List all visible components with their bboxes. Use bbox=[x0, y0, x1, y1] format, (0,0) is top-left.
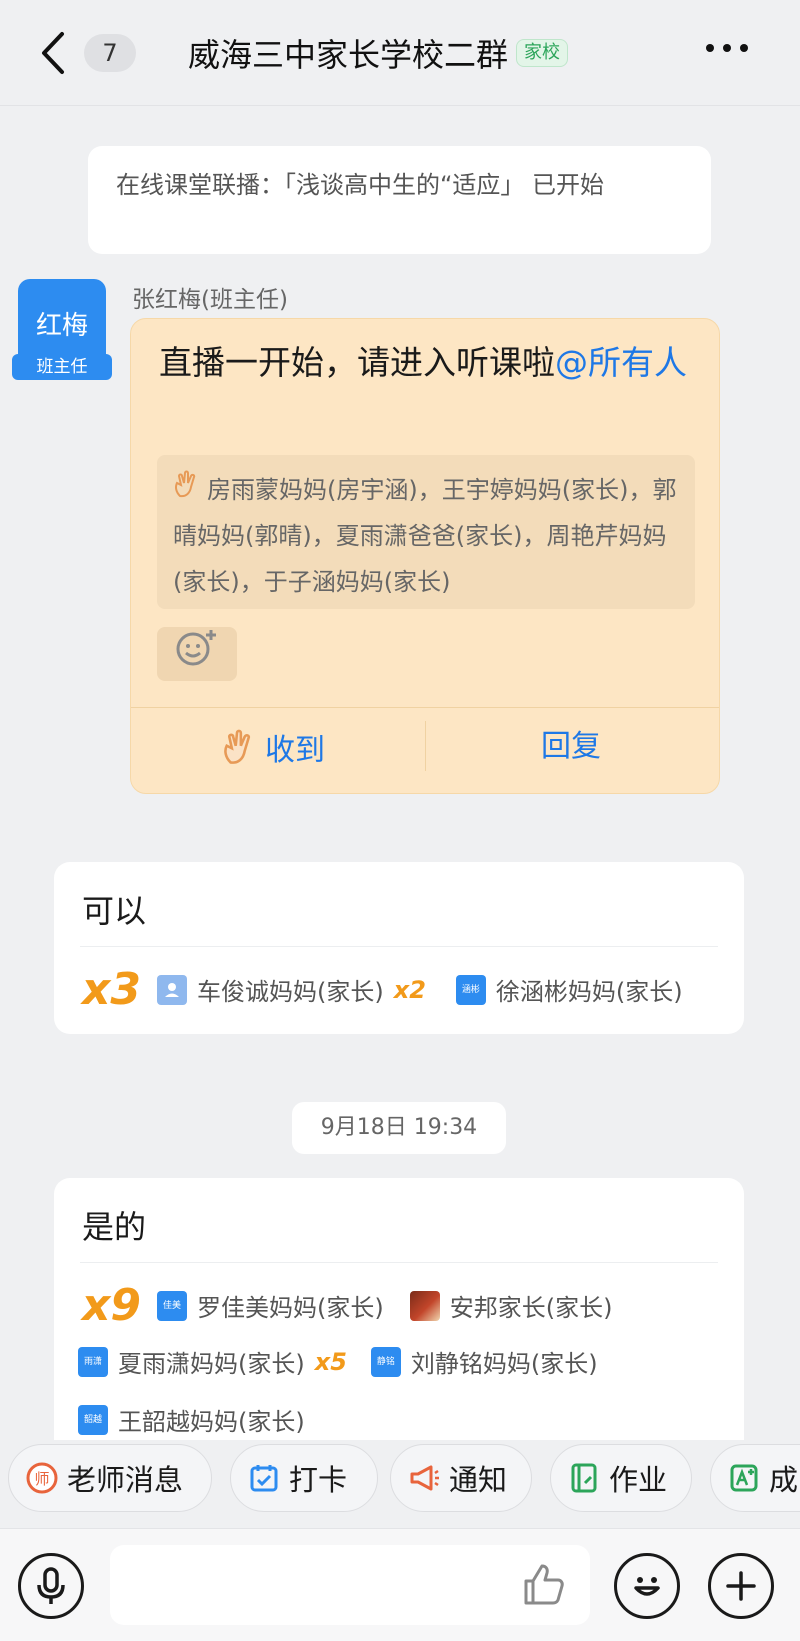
timestamp: 9月18日 19:34 bbox=[292, 1102, 506, 1154]
chat-header: 7 威海三中家长学校二群 家校 bbox=[0, 0, 800, 106]
person-name: 罗佳美妈妈(家长) bbox=[197, 1294, 384, 1322]
notice-button[interactable]: 通知 bbox=[390, 1444, 532, 1512]
checkin-button[interactable]: 打卡 bbox=[230, 1444, 378, 1512]
acknowledged-list: 房雨蒙妈妈(房宇涵)，王宇婷妈妈(家长)，郭晴妈妈(郭晴)，夏雨潇爸爸(家长)，… bbox=[157, 455, 695, 609]
reply-text: 是的 bbox=[82, 1208, 147, 1246]
chevron-left-icon bbox=[42, 32, 64, 74]
reply-people-row: 雨潇 夏雨潇妈妈(家长) x5 静铭 刘静铭妈妈(家长) bbox=[78, 1344, 598, 1379]
unread-count-badge[interactable]: 7 bbox=[84, 34, 136, 72]
divider bbox=[425, 721, 426, 771]
reply-people-row: 韶越 王韶越妈妈(家长) bbox=[78, 1402, 305, 1437]
more-dot-icon bbox=[723, 44, 731, 52]
voice-button[interactable] bbox=[18, 1553, 84, 1619]
person-name: 刘静铭妈妈(家长) bbox=[410, 1350, 598, 1378]
person-avatar-icon: 雨潇 bbox=[78, 1346, 108, 1377]
person-avatar-icon: 韶越 bbox=[78, 1404, 108, 1435]
acknowledged-names: 房雨蒙妈妈(房宇涵)，王宇婷妈妈(家长)，郭晴妈妈(郭晴)，夏雨潇爸爸(家长)，… bbox=[173, 476, 677, 596]
acknowledge-button[interactable]: 收到 bbox=[221, 723, 325, 771]
reply-person[interactable]: 韶越 王韶越妈妈(家长) bbox=[78, 1402, 305, 1437]
microphone-icon bbox=[37, 1567, 65, 1604]
reply-people-row: x9 佳美 罗佳美妈妈(家长) 安邦家长(家长) bbox=[82, 1280, 612, 1331]
person-name: 车俊诚妈妈(家长) bbox=[197, 978, 384, 1006]
person-multiplier: x2 bbox=[393, 975, 426, 1004]
reply-text: 可以 bbox=[82, 892, 147, 930]
notice-message-card[interactable]: 直播一开始，请进入听课啦@所有人 房雨蒙妈妈(房宇涵)，王宇婷妈妈(家长)，郭晴… bbox=[130, 318, 720, 794]
reply-card[interactable]: 可以 x3 车俊诚妈妈(家长) x2 涵彬 徐涵彬妈妈(家长) bbox=[54, 862, 744, 1034]
avatar-name: 红梅 bbox=[35, 311, 88, 341]
ok-hand-icon bbox=[173, 467, 207, 513]
quick-action-label: 成 bbox=[769, 1463, 799, 1497]
reply-card[interactable]: 是的 x9 佳美 罗佳美妈妈(家长) 安邦家长(家长) 雨潇 夏雨潇妈妈(家长)… bbox=[54, 1178, 744, 1440]
person-multiplier: x5 bbox=[314, 1347, 347, 1376]
more-dot-icon bbox=[740, 44, 748, 52]
homework-button[interactable]: 作业 bbox=[550, 1444, 692, 1512]
mention-all-link[interactable]: @所有人 bbox=[555, 343, 687, 382]
emoji-button[interactable] bbox=[614, 1553, 680, 1619]
quick-action-label: 作业 bbox=[609, 1463, 668, 1497]
person-avatar-icon: 静铭 bbox=[370, 1346, 401, 1377]
input-bar bbox=[0, 1528, 800, 1641]
message-input[interactable] bbox=[110, 1545, 590, 1625]
quick-action-label: 通知 bbox=[449, 1463, 508, 1497]
homework-icon bbox=[571, 1463, 597, 1493]
avatar-role-badge: 班主任 bbox=[12, 354, 112, 380]
person-name: 徐涵彬妈妈(家长) bbox=[495, 978, 683, 1006]
message-body: 直播一开始，请进入听课啦 bbox=[159, 343, 555, 382]
person-avatar-icon: 涵彬 bbox=[455, 974, 486, 1005]
checkin-icon bbox=[250, 1465, 278, 1492]
plus-icon bbox=[726, 1571, 756, 1601]
quick-action-label: 打卡 bbox=[289, 1463, 348, 1497]
svg-text:师: 师 bbox=[34, 1470, 49, 1488]
avatar[interactable]: 红梅 班主任 bbox=[12, 279, 112, 380]
quick-actions-bar: 师 老师消息 打卡 通知 作业 成 bbox=[0, 1440, 800, 1518]
add-reaction-button[interactable] bbox=[157, 627, 237, 681]
title-group: 威海三中家长学校二群 家校 bbox=[188, 28, 569, 78]
teacher-msg-icon: 师 bbox=[26, 1462, 58, 1494]
acknowledge-label: 收到 bbox=[265, 733, 325, 768]
reply-person[interactable]: 车俊诚妈妈(家长) x2 bbox=[157, 972, 426, 1007]
person-avatar-icon: 佳美 bbox=[157, 1290, 187, 1321]
divider bbox=[80, 946, 718, 947]
grades-icon bbox=[730, 1464, 758, 1492]
thumbs-up-icon bbox=[524, 1564, 564, 1605]
emoji-icon bbox=[634, 1577, 660, 1596]
person-avatar-icon bbox=[157, 974, 187, 1005]
reply-person[interactable]: 安邦家长(家长) bbox=[409, 1288, 613, 1323]
reply-count: x3 bbox=[82, 964, 141, 1015]
live-class-notice[interactable]: 在线课堂联播：「浅谈高中生的“适应」 已开始 bbox=[88, 146, 711, 254]
reply-person[interactable]: 雨潇 夏雨潇妈妈(家长) x5 bbox=[78, 1344, 347, 1379]
reply-people-row: x3 车俊诚妈妈(家长) x2 涵彬 徐涵彬妈妈(家长) bbox=[82, 964, 683, 1015]
group-type-tag: 家校 bbox=[516, 39, 569, 67]
ok-hand-icon bbox=[224, 729, 251, 764]
divider bbox=[80, 1262, 718, 1263]
message-text: 直播一开始，请进入听课啦@所有人 bbox=[159, 339, 699, 387]
grades-button[interactable]: 成 bbox=[710, 1444, 800, 1512]
sender-name: 张红梅(班主任) bbox=[132, 287, 288, 313]
reply-person[interactable]: 静铭 刘静铭妈妈(家长) bbox=[370, 1344, 598, 1379]
teacher-message-button[interactable]: 师 老师消息 bbox=[8, 1444, 212, 1512]
person-name: 夏雨潇妈妈(家长) bbox=[118, 1350, 305, 1378]
reply-count: x9 bbox=[82, 1280, 141, 1331]
person-name: 安邦家长(家长) bbox=[449, 1294, 613, 1322]
person-name: 王韶越妈妈(家长) bbox=[118, 1408, 305, 1436]
divider bbox=[131, 707, 719, 708]
like-button[interactable] bbox=[520, 1561, 568, 1613]
more-options-button[interactable] bbox=[706, 44, 748, 52]
more-dot-icon bbox=[706, 44, 714, 52]
back-button[interactable] bbox=[34, 30, 74, 76]
person-avatar-icon bbox=[409, 1290, 440, 1321]
quick-action-label: 老师消息 bbox=[67, 1463, 184, 1497]
reply-button[interactable]: 回复 bbox=[541, 723, 601, 771]
reply-person[interactable]: 涵彬 徐涵彬妈妈(家长) bbox=[455, 972, 683, 1007]
emoji-add-icon bbox=[176, 630, 216, 666]
reply-person[interactable]: 佳美 罗佳美妈妈(家长) bbox=[157, 1288, 384, 1323]
megaphone-icon bbox=[410, 1465, 439, 1491]
add-button[interactable] bbox=[708, 1553, 774, 1619]
chat-title: 威海三中家长学校二群 bbox=[188, 36, 509, 74]
